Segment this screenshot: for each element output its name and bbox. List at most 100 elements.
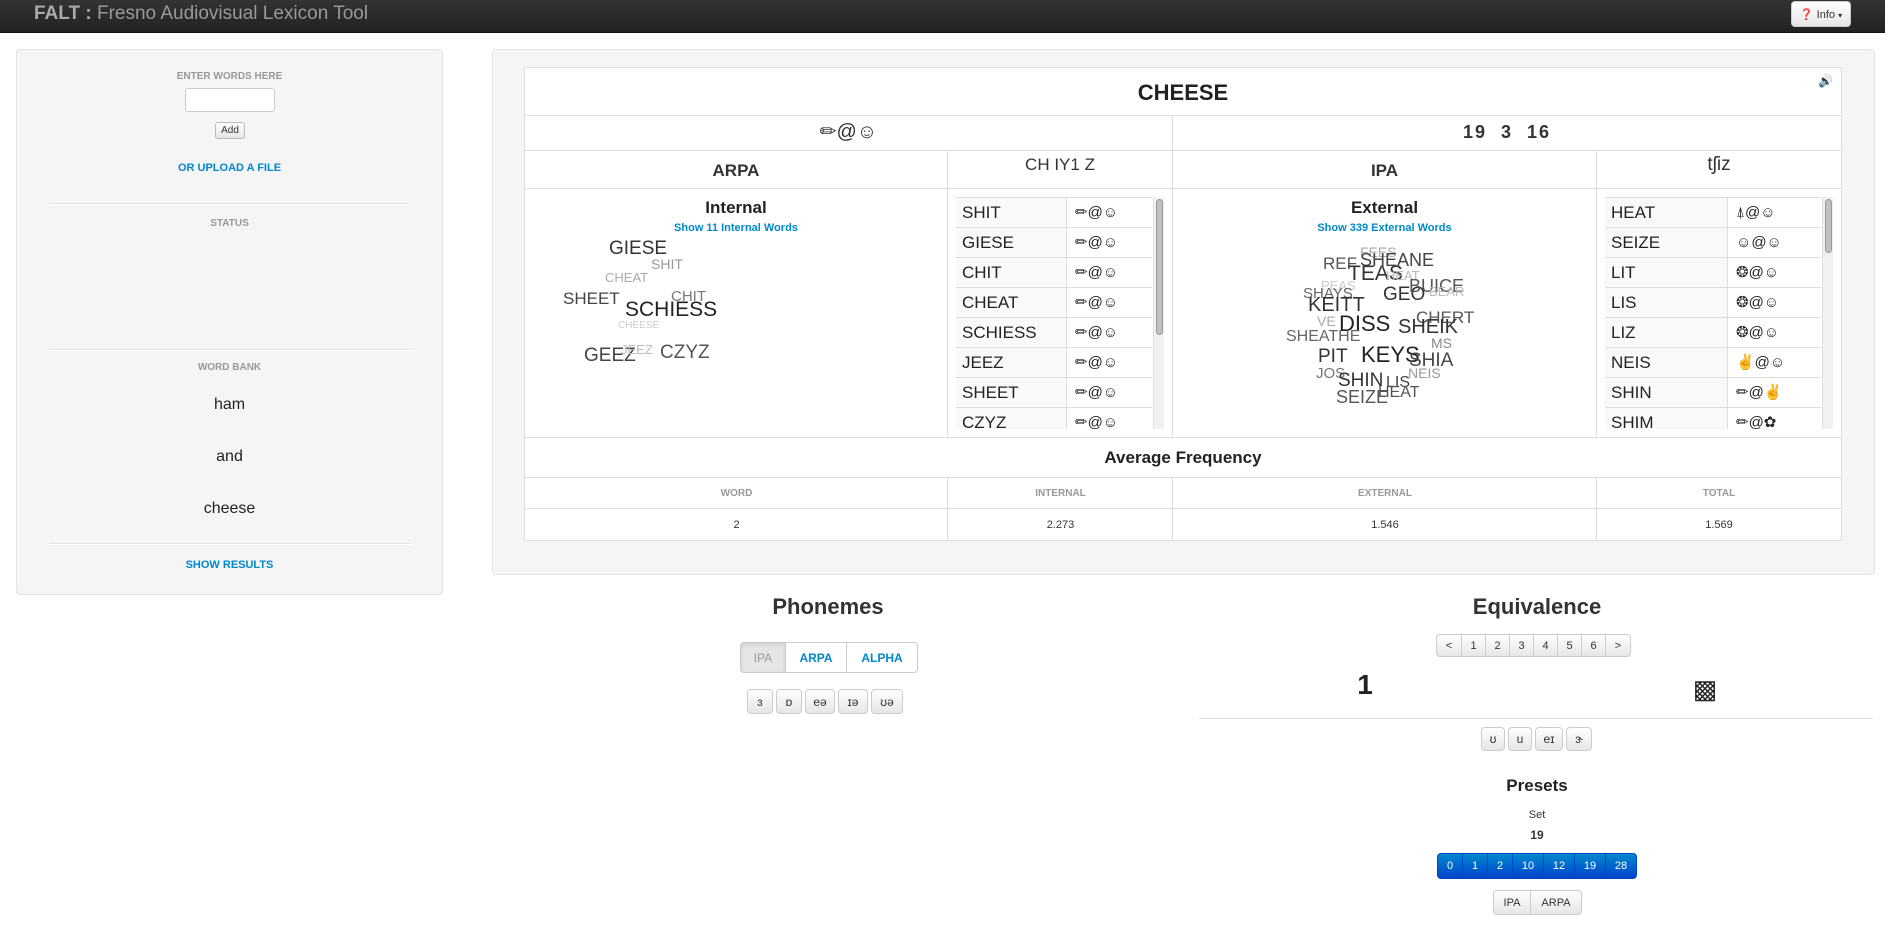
word-bank-item[interactable]: ham	[17, 396, 442, 414]
list-item[interactable]: SHEET ✏@☺	[956, 377, 1152, 408]
page-next-button[interactable]: >	[1605, 634, 1631, 657]
cloud-word[interactable]: SHEIK	[1398, 317, 1458, 337]
list-item[interactable]: CZYZ ✏@☺	[956, 407, 1152, 429]
phoneme-button[interactable]: u	[1508, 727, 1532, 751]
internal-list-cell: SHIT ✏@☺ GIESE ✏@☺ CHIT ✏@☺ CHEAT ✏@☺ SCHIESS ✏@☺…	[948, 189, 1173, 438]
phoneme-button[interactable]: eə	[805, 689, 835, 714]
internal-word-list[interactable]: SHIT ✏@☺ GIESE ✏@☺ CHIT ✏@☺ CHEAT ✏@☺ SCHIESS ✏@☺…	[956, 197, 1152, 429]
phoneme-symbols: ɜ ɒ eə ɪə ʊə	[747, 689, 907, 714]
page-button[interactable]: 5	[1557, 634, 1582, 657]
phoneme-button[interactable]: ɪə	[838, 689, 868, 714]
preset-button[interactable]: 0	[1437, 853, 1463, 879]
cloud-word[interactable]: NEIS	[1408, 366, 1441, 380]
show-results-link[interactable]: SHOW RESULTS	[17, 559, 442, 571]
list-item-word: CHIT	[956, 258, 1066, 288]
external-list-scrollbar[interactable]	[1822, 197, 1833, 429]
brand[interactable]: FALT : Fresno Audiovisual Lexicon Tool	[34, 3, 368, 25]
list-item-word: NEIS	[1605, 348, 1727, 378]
list-item[interactable]: HEAT ⍋@☺	[1605, 197, 1821, 228]
page-button[interactable]: 4	[1533, 634, 1558, 657]
preset-button[interactable]: 2	[1487, 853, 1513, 879]
cloud-word[interactable]: CZYZ	[660, 343, 710, 362]
cloud-word[interactable]: VE	[1317, 314, 1336, 328]
show-external-words-link[interactable]: Show 339 External Words	[1173, 222, 1596, 234]
preset-button[interactable]: 19	[1574, 853, 1606, 879]
equivalence-pagination: < 1 2 3 4 5 6 >	[1436, 634, 1631, 657]
add-button[interactable]: Add	[215, 122, 245, 139]
list-item-word: SHEET	[956, 378, 1066, 408]
cloud-word[interactable]: CHEESE	[618, 321, 659, 331]
cloud-word[interactable]: MS	[1431, 336, 1452, 350]
cloud-word[interactable]: SHIT	[651, 257, 683, 271]
list-item[interactable]: SHIM ✏@✿	[1605, 407, 1821, 429]
tab-ipa[interactable]: IPA	[740, 642, 786, 673]
preset-mode-arpa[interactable]: ARPA	[1530, 890, 1582, 915]
phoneme-button[interactable]: ɝ	[1566, 727, 1592, 751]
set-label: Set	[1528, 809, 1546, 821]
page-button[interactable]: 2	[1485, 634, 1510, 657]
list-item[interactable]: SHIT ✏@☺	[956, 197, 1152, 228]
info-button[interactable]: ❓ Info ▾	[1791, 1, 1851, 27]
number-code: 19 3 16	[1173, 116, 1841, 151]
preset-mode-ipa[interactable]: IPA	[1493, 890, 1531, 915]
navbar: FALT : Fresno Audiovisual Lexicon Tool ❓…	[0, 0, 1885, 33]
upload-file-link[interactable]: OR UPLOAD A FILE	[17, 162, 442, 174]
external-word-list[interactable]: HEAT ⍋@☺ SEIZE ☺@☺ LIT ❂@☺ LIS ❂@☺ LIZ ❂@☺ NEIS ✌@☺…	[1605, 197, 1821, 429]
list-item[interactable]: SEIZE ☺@☺	[1605, 227, 1821, 258]
phoneme-button[interactable]: ʊ	[1481, 727, 1505, 751]
phoneme-button[interactable]: ɜ	[747, 689, 773, 714]
list-item[interactable]: CHEAT ✏@☺	[956, 287, 1152, 318]
show-internal-words-link[interactable]: Show 11 Internal Words	[525, 222, 947, 234]
cloud-word[interactable]: CHEAT	[605, 271, 648, 284]
tab-alpha[interactable]: ALPHA	[846, 642, 918, 673]
tab-arpa[interactable]: ARPA	[785, 642, 847, 673]
brand-bold: FALT :	[34, 3, 92, 24]
list-item[interactable]: SCHIESS ✏@☺	[956, 317, 1152, 348]
list-item[interactable]: GIESE ✏@☺	[956, 227, 1152, 258]
brand-name: Fresno Audiovisual Lexicon Tool	[91, 3, 369, 24]
preset-button[interactable]: 12	[1543, 853, 1575, 879]
list-item[interactable]: NEIS ✌@☺	[1605, 347, 1821, 378]
preset-button[interactable]: 10	[1512, 853, 1544, 879]
phoneme-button[interactable]: eɪ	[1535, 727, 1563, 751]
list-item-symbols: ⍋@☺	[1727, 198, 1821, 228]
list-item[interactable]: LIZ ❂@☺	[1605, 317, 1821, 348]
equivalence-title: Equivalence	[1472, 594, 1602, 619]
preset-button[interactable]: 1	[1462, 853, 1488, 879]
cloud-word[interactable]: JEEZ	[621, 343, 653, 356]
page-button[interactable]: 6	[1581, 634, 1606, 657]
cloud-word[interactable]: SHEATHE	[1286, 329, 1360, 345]
symbol-code: ✏@☺	[525, 116, 1173, 151]
scroll-thumb[interactable]	[1825, 199, 1832, 253]
freq-value-total: 1.569	[1705, 519, 1733, 531]
scroll-thumb[interactable]	[1156, 199, 1163, 335]
list-item[interactable]: LIT ❂@☺	[1605, 257, 1821, 288]
list-item[interactable]: LIS ❂@☺	[1605, 287, 1821, 318]
list-item[interactable]: JEEZ ✏@☺	[956, 347, 1152, 378]
list-item-symbols: ❂@☺	[1727, 318, 1821, 348]
cloud-word[interactable]: SEIZE	[1336, 388, 1388, 406]
list-item[interactable]: CHIT ✏@☺	[956, 257, 1152, 288]
page-prev-button[interactable]: <	[1436, 634, 1462, 657]
word-input[interactable]	[185, 88, 275, 112]
cloud-word[interactable]: SCHIESS	[625, 299, 717, 320]
cloud-word[interactable]: BEAR	[1429, 285, 1464, 298]
page-button[interactable]: 1	[1461, 634, 1486, 657]
cloud-word[interactable]: PIT	[1318, 347, 1348, 366]
list-item[interactable]: SHIN ✏@✌	[1605, 377, 1821, 408]
word-title-row: CHEESE 🔊	[525, 68, 1841, 116]
cloud-word[interactable]: SHEET	[563, 290, 620, 307]
speaker-icon[interactable]: 🔊	[1818, 74, 1833, 88]
freq-header-word: WORD	[720, 488, 753, 499]
page-button[interactable]: 3	[1509, 634, 1534, 657]
phoneme-button[interactable]: ʊə	[871, 689, 903, 714]
word-bank-item[interactable]: and	[17, 448, 442, 466]
preset-button[interactable]: 28	[1605, 853, 1637, 879]
freq-value-internal: 2.273	[1046, 519, 1075, 531]
word-bank-item[interactable]: cheese	[17, 500, 442, 518]
list-item-symbols: ✏@☺	[1066, 288, 1152, 318]
internal-list-scrollbar[interactable]	[1153, 197, 1164, 429]
phoneme-button[interactable]: ɒ	[776, 689, 802, 714]
word-title: CHEESE	[1137, 80, 1229, 105]
freq-header-internal: INTERNAL	[1035, 488, 1086, 499]
